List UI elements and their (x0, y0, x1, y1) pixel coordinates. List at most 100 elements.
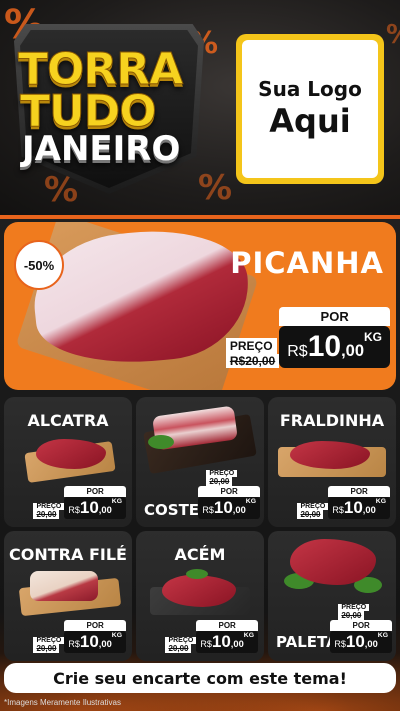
old-price-block: PREÇO 20,00 (297, 503, 329, 519)
new-price-block: POR R$10,00KG (196, 620, 258, 653)
logo-line-2: Aqui (269, 102, 351, 140)
logo-placeholder-inner: Sua Logo Aqui (242, 40, 378, 178)
price-int: 10 (345, 632, 365, 651)
preco-label: PREÇO (225, 338, 277, 354)
price-int: 10 (213, 498, 233, 517)
old-price-block: PREÇO 20,00 (165, 637, 197, 653)
unit-label: KG (375, 498, 386, 505)
header-banner: % % % % % TORRA TUDO JANEIRO Sua Logo Aq… (0, 0, 400, 215)
preco-label: PREÇO (297, 503, 329, 510)
preco-label: PREÇO (33, 503, 65, 510)
product-card-contra-file[interactable]: CONTRA FILÉ PREÇO 20,00 POR R$10,00KG (4, 531, 132, 661)
price-int: 10 (343, 498, 363, 517)
product-name: FRALDINHA (279, 411, 385, 430)
herb-image (148, 435, 174, 449)
price-tag: PREÇO 20,00 POR R$10,00KG (165, 620, 258, 653)
old-price-block: PREÇO R$20,00 (225, 338, 280, 368)
price-dec: ,00 (341, 342, 364, 360)
logo-placeholder[interactable]: Sua Logo Aqui (236, 34, 384, 184)
por-label: POR (64, 486, 126, 497)
new-price-block: POR R$10,00KG (64, 620, 126, 653)
old-price: R$20,00 (225, 354, 280, 368)
percent-icon: % (386, 20, 400, 50)
unit-label: KG (111, 498, 122, 505)
por-label: POR (198, 486, 260, 497)
featured-product-card[interactable]: -50% PICANHA PREÇO R$20,00 POR R$10,00KG (4, 222, 396, 390)
currency: R$ (68, 505, 80, 515)
product-card-paleta[interactable]: PALETA PREÇO 20,00 POR R$10,00KG (268, 531, 396, 661)
product-name: ACÉM (174, 545, 226, 564)
product-card-costela[interactable]: COSTELA PREÇO 20,00 POR R$10,00KG (136, 397, 264, 527)
unit-label: KG (111, 632, 122, 639)
price-int: 10 (79, 498, 99, 517)
por-label: POR (64, 620, 126, 631)
product-card-acem[interactable]: ACÉM PREÇO 20,00 POR R$10,00KG (136, 531, 264, 661)
new-price: R$10,00KG (64, 631, 126, 653)
percent-icon: % (198, 168, 233, 208)
preco-label: PREÇO (165, 637, 197, 644)
por-label: POR (196, 620, 258, 631)
product-name: ALCATRA (27, 411, 109, 430)
currency: R$ (68, 639, 80, 649)
create-flyer-button[interactable]: Crie seu encarte com este tema! (4, 663, 396, 693)
new-price-block: POR R$10,00KG (198, 486, 260, 519)
new-price: R$10,00KG (328, 497, 390, 519)
price-tag: PREÇO 20,00 POR R$10,00KG (33, 620, 126, 653)
new-price: R$10,00KG (279, 326, 390, 368)
old-price: 20,00 (297, 510, 324, 519)
new-price: R$10,00KG (198, 497, 260, 519)
contra-file-image (30, 571, 98, 601)
discount-badge: -50% (14, 240, 64, 290)
unit-label: KG (243, 632, 254, 639)
product-card-alcatra[interactable]: ALCATRA PREÇO 20,00 POR R$10,00KG (4, 397, 132, 527)
unit-label: KG (377, 632, 388, 639)
price-dec: ,00 (230, 639, 244, 649)
currency: R$ (202, 505, 214, 515)
new-price: R$10,00KG (330, 631, 392, 653)
new-price-block: POR R$10,00KG (328, 486, 390, 519)
accent-divider (0, 215, 400, 219)
price-int: 10 (307, 330, 342, 363)
price-dec: ,00 (232, 505, 246, 515)
new-price-block: POR R$10,00KG (330, 620, 392, 653)
logo-line-1: Sua Logo (258, 77, 362, 101)
price-tag: PREÇO 20,00 POR R$10,00KG (330, 604, 392, 653)
herb-image (186, 569, 208, 579)
featured-price-tag: PREÇO R$20,00 POR R$10,00KG (225, 307, 390, 368)
old-price-block: PREÇO 20,00 (33, 503, 65, 519)
price-int: 10 (211, 632, 231, 651)
acem-image (162, 575, 236, 607)
new-price: R$10,00KG (196, 631, 258, 653)
old-price: 20,00 (33, 510, 60, 519)
old-price-block: PREÇO 20,00 (338, 604, 370, 620)
unit-label: KG (245, 498, 256, 505)
new-price: R$10,00KG (64, 497, 126, 519)
new-price-block: POR R$10,00KG (279, 307, 390, 368)
featured-product-name: PICANHA (230, 246, 384, 280)
price-tag: PREÇO 20,00 POR R$10,00KG (33, 486, 126, 519)
price-int: 10 (79, 632, 99, 651)
product-name: PALETA (276, 633, 338, 651)
currency: R$ (334, 639, 346, 649)
fraldinha-image (290, 441, 370, 469)
title-janeiro: JANEIRO (22, 129, 181, 169)
por-label: POR (328, 486, 390, 497)
product-name: CONTRA FILÉ (9, 545, 127, 564)
product-card-fraldinha[interactable]: FRALDINHA PREÇO 20,00 POR R$10,00KG (268, 397, 396, 527)
por-label: POR (279, 307, 390, 326)
old-price: 20,00 (338, 611, 365, 620)
currency: R$ (332, 505, 344, 515)
price-dec: ,00 (98, 505, 112, 515)
por-label: POR (330, 620, 392, 631)
preco-label: PREÇO (338, 604, 370, 611)
currency: R$ (287, 343, 308, 360)
paleta-image (290, 539, 376, 585)
price-dec: ,00 (364, 639, 378, 649)
old-price: 20,00 (33, 644, 60, 653)
price-tag: PREÇO 20,00 POR R$10,00KG (297, 486, 390, 519)
price-dec: ,00 (98, 639, 112, 649)
unit-label: KG (364, 330, 382, 344)
preco-label: PREÇO (33, 637, 65, 644)
alcatra-image (36, 439, 106, 469)
title-tudo: TUDO (20, 86, 158, 137)
